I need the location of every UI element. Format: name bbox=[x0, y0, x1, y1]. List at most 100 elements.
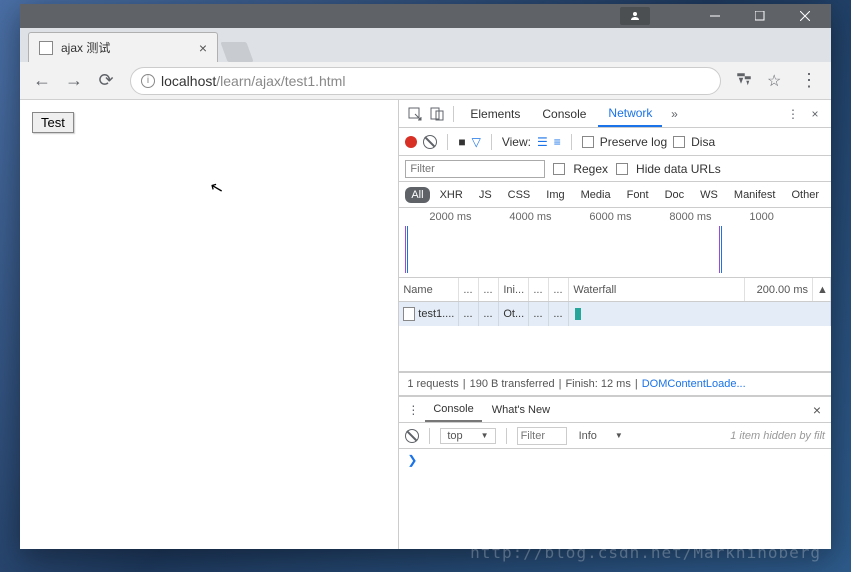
page-viewport: Test ↖ bbox=[20, 100, 398, 549]
col-status[interactable]: ... bbox=[459, 278, 479, 301]
col-size[interactable]: ... bbox=[529, 278, 549, 301]
console-input[interactable]: ❯ bbox=[399, 449, 831, 549]
type-css[interactable]: CSS bbox=[502, 187, 537, 203]
network-timeline[interactable]: 2000 ms 4000 ms 6000 ms 8000 ms 1000 bbox=[399, 208, 831, 278]
clear-console-icon[interactable] bbox=[405, 429, 419, 443]
tab-network[interactable]: Network bbox=[598, 100, 662, 127]
more-tabs-icon[interactable]: » bbox=[664, 104, 684, 124]
hide-data-urls-checkbox[interactable] bbox=[616, 163, 628, 175]
url-input[interactable]: i localhost/learn/ajax/test1.html bbox=[130, 67, 721, 95]
devtools-menu-icon[interactable]: ⋮ bbox=[783, 104, 803, 124]
log-level-selector[interactable]: Info▼ bbox=[573, 429, 629, 443]
view-label: View: bbox=[502, 135, 531, 149]
type-img[interactable]: Img bbox=[540, 187, 570, 203]
timeline-tick: 6000 ms bbox=[589, 211, 631, 223]
regex-checkbox[interactable] bbox=[553, 163, 565, 175]
test-button[interactable]: Test bbox=[32, 112, 74, 133]
clear-button[interactable] bbox=[423, 135, 437, 149]
type-xhr[interactable]: XHR bbox=[434, 187, 469, 203]
reload-button[interactable]: ⟳ bbox=[92, 67, 120, 95]
col-time[interactable]: ... bbox=[549, 278, 569, 301]
view-overview-icon[interactable]: ≡ bbox=[554, 135, 561, 149]
mouse-cursor-icon: ↖ bbox=[208, 177, 226, 200]
empty-rows bbox=[399, 326, 831, 372]
separator bbox=[491, 134, 492, 150]
device-toggle-icon[interactable] bbox=[427, 104, 447, 124]
row-waterfall bbox=[569, 302, 831, 326]
window-titlebar bbox=[20, 4, 831, 28]
close-tab-icon[interactable]: × bbox=[199, 40, 207, 56]
disable-cache-checkbox[interactable] bbox=[673, 136, 685, 148]
disable-cache-label: Disa bbox=[691, 135, 715, 149]
drawer-tab-whatsnew[interactable]: What's New bbox=[484, 397, 558, 422]
context-selector[interactable]: top▼ bbox=[440, 428, 495, 444]
user-profile-button[interactable] bbox=[620, 7, 650, 25]
type-ws[interactable]: WS bbox=[694, 187, 724, 203]
address-bar: ← → ⟳ i localhost/learn/ajax/test1.html … bbox=[20, 62, 831, 100]
forward-button[interactable]: → bbox=[60, 67, 88, 95]
page-icon bbox=[39, 41, 53, 55]
type-manifest[interactable]: Manifest bbox=[728, 187, 782, 203]
network-filter-bar: Regex Hide data URLs bbox=[399, 156, 831, 182]
resource-type-bar: All XHR JS CSS Img Media Font Doc WS Man… bbox=[399, 182, 831, 208]
separator bbox=[429, 428, 430, 444]
type-media[interactable]: Media bbox=[575, 187, 617, 203]
type-doc[interactable]: Doc bbox=[659, 187, 691, 203]
timeline-marker bbox=[719, 226, 720, 273]
col-timing[interactable]: 200.00 ms bbox=[745, 278, 813, 301]
element-picker-icon[interactable] bbox=[405, 104, 425, 124]
type-other[interactable]: Other bbox=[785, 187, 825, 203]
menu-button[interactable]: ⋮ bbox=[795, 67, 823, 95]
close-button[interactable] bbox=[782, 4, 827, 28]
separator bbox=[447, 134, 448, 150]
preserve-log-label: Preserve log bbox=[600, 135, 667, 149]
table-row[interactable]: test1.... ... ... Ot... ... ... bbox=[399, 302, 831, 326]
col-sort[interactable]: ▲ bbox=[813, 278, 831, 301]
col-initiator[interactable]: Ini... bbox=[499, 278, 529, 301]
minimize-button[interactable] bbox=[692, 4, 737, 28]
back-button[interactable]: ← bbox=[28, 67, 56, 95]
col-name[interactable]: Name bbox=[399, 278, 459, 301]
bookmark-star-icon[interactable]: ☆ bbox=[767, 71, 787, 91]
regex-label: Regex bbox=[573, 162, 608, 176]
browser-tab[interactable]: ajax 测试 × bbox=[28, 32, 218, 62]
drawer-close-icon[interactable]: × bbox=[807, 402, 827, 418]
content-area: Test ↖ Elements Console Network » ⋮ × ■ bbox=[20, 100, 831, 549]
drawer-tabs: ⋮ Console What's New × bbox=[399, 397, 831, 423]
filter-toggle-icon[interactable]: ▽ bbox=[472, 135, 481, 149]
devtools-close-icon[interactable]: × bbox=[805, 104, 825, 124]
row-size: ... bbox=[529, 302, 549, 326]
tab-title: ajax 测试 bbox=[61, 39, 110, 56]
type-js[interactable]: JS bbox=[473, 187, 498, 203]
timeline-marker bbox=[407, 226, 408, 273]
devtools-panel: Elements Console Network » ⋮ × ■ ▽ View:… bbox=[398, 100, 831, 549]
preserve-log-checkbox[interactable] bbox=[582, 136, 594, 148]
devtools-tabs: Elements Console Network » ⋮ × bbox=[399, 100, 831, 128]
type-font[interactable]: Font bbox=[621, 187, 655, 203]
separator bbox=[571, 134, 572, 150]
document-icon bbox=[403, 307, 415, 321]
summary-requests: 1 requests bbox=[407, 378, 458, 390]
record-button[interactable] bbox=[405, 136, 417, 148]
drawer-menu-icon[interactable]: ⋮ bbox=[403, 400, 423, 420]
url-path: /learn/ajax/test1.html bbox=[216, 73, 345, 89]
hidden-items-label: 1 item hidden by filt bbox=[730, 430, 825, 442]
filter-input[interactable] bbox=[405, 160, 545, 178]
translate-icon[interactable] bbox=[735, 71, 755, 91]
console-filter-input[interactable] bbox=[517, 427, 567, 445]
type-all[interactable]: All bbox=[405, 187, 429, 203]
timeline-marker bbox=[721, 226, 722, 273]
site-info-icon[interactable]: i bbox=[141, 74, 155, 88]
col-type[interactable]: ... bbox=[479, 278, 499, 301]
new-tab-button[interactable] bbox=[220, 42, 253, 62]
summary-finish: Finish: 12 ms bbox=[565, 378, 630, 390]
drawer-tab-console[interactable]: Console bbox=[425, 397, 481, 422]
timeline-tick: 4000 ms bbox=[509, 211, 551, 223]
row-initiator: Ot... bbox=[499, 302, 529, 326]
view-list-icon[interactable]: ☰ bbox=[537, 135, 548, 149]
tab-console[interactable]: Console bbox=[532, 100, 596, 127]
camera-icon[interactable]: ■ bbox=[458, 135, 465, 149]
maximize-button[interactable] bbox=[737, 4, 782, 28]
col-waterfall[interactable]: Waterfall bbox=[569, 278, 745, 301]
tab-elements[interactable]: Elements bbox=[460, 100, 530, 127]
